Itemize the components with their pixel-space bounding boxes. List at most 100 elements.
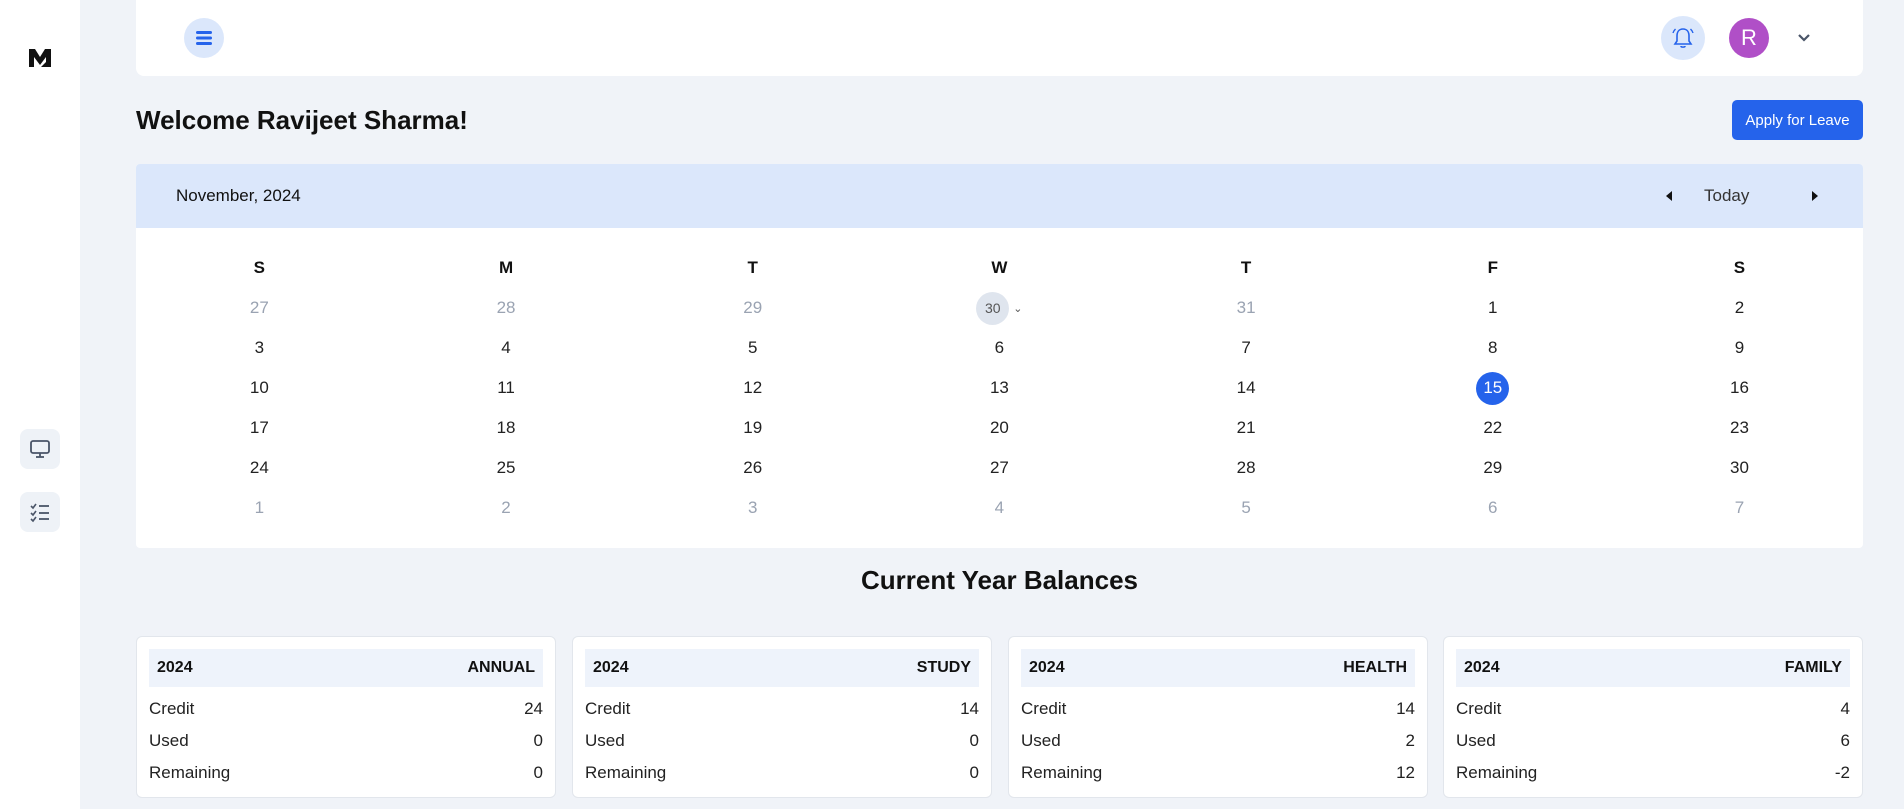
card-type: FAMILY (1784, 659, 1842, 676)
calendar-day[interactable]: 4 (876, 488, 1123, 528)
calendar-day[interactable]: 19 (629, 408, 876, 448)
calendar-day[interactable]: 3 (629, 488, 876, 528)
calendar-day[interactable]: 14 (1123, 368, 1370, 408)
calendar-day[interactable]: 7 (1616, 488, 1863, 528)
card-header: 2024 ANNUAL (149, 649, 543, 687)
calendar-day[interactable]: 31 (1123, 288, 1370, 328)
calendar-day-today[interactable]: 15 (1369, 368, 1616, 408)
calendar-header: November, 2024 Today (136, 164, 1863, 228)
notifications-button[interactable] (1661, 16, 1705, 60)
calendar-day[interactable]: 7 (1123, 328, 1370, 368)
today-button[interactable]: Today (1704, 186, 1749, 206)
calendar-day[interactable]: 29 (1369, 448, 1616, 488)
calendar-day[interactable]: 1 (1369, 288, 1616, 328)
used-row: Used 0 (585, 731, 979, 751)
row-label: Remaining (1021, 763, 1103, 782)
sidebar-item-dashboard[interactable] (20, 429, 60, 469)
calendar-day[interactable]: 10 (136, 368, 383, 408)
card-year: 2024 (1029, 659, 1065, 676)
calendar-day[interactable]: 1 (136, 488, 383, 528)
sidebar-item-tasks[interactable] (20, 492, 60, 532)
calendar-day[interactable]: 23 (1616, 408, 1863, 448)
remaining-row: Remaining 0 (149, 763, 543, 783)
calendar-day[interactable]: 18 (383, 408, 630, 448)
balance-card-health: 2024 HEALTH Credit 14 Used 2 Remaining 1… (1008, 636, 1428, 798)
row-label: Used (585, 731, 625, 750)
calendar-day[interactable]: 5 (1123, 488, 1370, 528)
row-label: Used (1021, 731, 1061, 750)
calendar-day[interactable]: 24 (136, 448, 383, 488)
row-label: Remaining (1456, 763, 1538, 782)
card-header: 2024 FAMILY (1456, 649, 1850, 687)
hamburger-icon (196, 31, 212, 45)
calendar-day[interactable]: 22 (1369, 408, 1616, 448)
calendar-day[interactable]: 27 (136, 288, 383, 328)
calendar-day[interactable]: 29 (629, 288, 876, 328)
calendar-day[interactable]: 17 (136, 408, 383, 448)
row-label: Credit (1456, 699, 1502, 718)
chevron-down-icon[interactable] (1796, 30, 1812, 46)
row-value: 12 (1396, 763, 1415, 782)
calendar-day[interactable]: 8 (1369, 328, 1616, 368)
calendar-day[interactable]: 12 (629, 368, 876, 408)
credit-row: Credit 14 (1021, 699, 1415, 719)
used-row: Used 0 (149, 731, 543, 751)
row-value: 0 (533, 763, 543, 782)
calendar-day[interactable]: 27 (876, 448, 1123, 488)
weekday-header-row: S M T W T F S (136, 248, 1863, 288)
day-number: 30 (976, 291, 1010, 325)
calendar-day[interactable]: 28 (1123, 448, 1370, 488)
calendar-day[interactable]: 4 (383, 328, 630, 368)
user-avatar[interactable]: R (1729, 18, 1769, 58)
calendar-day[interactable]: 6 (876, 328, 1123, 368)
row-label: Used (149, 731, 189, 750)
weekday-label: W (991, 258, 1008, 277)
caret-left-icon[interactable] (1662, 188, 1676, 204)
caret-right-icon[interactable] (1808, 188, 1822, 204)
calendar-day[interactable]: 5 (629, 328, 876, 368)
apply-for-leave-button[interactable]: Apply for Leave (1732, 100, 1863, 140)
calendar-day-with-events[interactable]: 30 ⌄ (876, 288, 1123, 328)
checklist-icon (30, 503, 49, 523)
calendar-week-row: 3 4 5 6 7 8 9 (136, 328, 1863, 368)
card-type: ANNUAL (467, 659, 535, 676)
bell-icon (1672, 28, 1694, 48)
card-year: 2024 (593, 659, 629, 676)
top-bar: R (136, 0, 1863, 76)
calendar-grid: S M T W T F S 27 28 29 30 ⌄ 31 1 2 3 4 5… (136, 248, 1863, 528)
calendar-day[interactable]: 26 (629, 448, 876, 488)
calendar-day[interactable]: 3 (136, 328, 383, 368)
card-header: 2024 STUDY (585, 649, 979, 687)
calendar-week-row: 24 25 26 27 28 29 30 (136, 448, 1863, 488)
used-row: Used 6 (1456, 731, 1850, 751)
calendar-day[interactable]: 21 (1123, 408, 1370, 448)
calendar-week-row: 10 11 12 13 14 15 16 (136, 368, 1863, 408)
monitor-icon (30, 440, 50, 458)
calendar-week-row: 17 18 19 20 21 22 23 (136, 408, 1863, 448)
calendar-day[interactable]: 11 (383, 368, 630, 408)
calendar-day[interactable]: 9 (1616, 328, 1863, 368)
app-logo[interactable] (27, 45, 53, 69)
remaining-row: Remaining -2 (1456, 763, 1850, 783)
card-year: 2024 (157, 659, 193, 676)
calendar-day[interactable]: 2 (383, 488, 630, 528)
weekday-label: S (253, 258, 266, 277)
calendar-day[interactable]: 16 (1616, 368, 1863, 408)
weekday-label: M (498, 258, 514, 277)
calendar-day[interactable]: 30 (1616, 448, 1863, 488)
calendar-day[interactable]: 25 (383, 448, 630, 488)
row-value: 4 (1840, 699, 1850, 718)
calendar-day[interactable]: 6 (1369, 488, 1616, 528)
calendar-day[interactable]: 20 (876, 408, 1123, 448)
calendar-day[interactable]: 2 (1616, 288, 1863, 328)
chevron-down-icon[interactable]: ⌄ (1013, 302, 1022, 315)
calendar-day[interactable]: 13 (876, 368, 1123, 408)
card-type: HEALTH (1343, 659, 1407, 676)
calendar-day[interactable]: 28 (383, 288, 630, 328)
menu-toggle-button[interactable] (184, 18, 224, 58)
calendar: November, 2024 Today S M T W T F S 27 28… (136, 164, 1863, 548)
weekday-label: T (747, 258, 758, 277)
balances-title: Current Year Balances (861, 565, 1138, 595)
calendar-week-row: 1 2 3 4 5 6 7 (136, 488, 1863, 528)
used-row: Used 2 (1021, 731, 1415, 751)
